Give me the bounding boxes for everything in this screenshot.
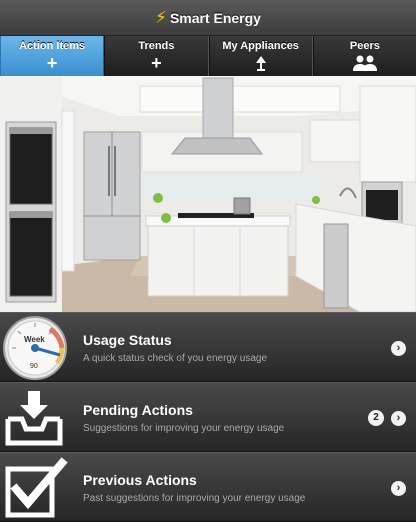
item-subtitle: Past suggestions for improving your ener… [83,493,306,504]
gauge-icon: Week 90 [2,315,68,381]
pending-actions-item[interactable]: Pending Actions Suggestions for improvin… [0,382,416,452]
lamp-icon [251,54,271,72]
tab-peers[interactable]: Peers [312,36,416,76]
tab-label: Trends [138,40,175,52]
item-title: Previous Actions [83,472,197,488]
usage-status-item[interactable]: Week 90 Usage Status A quick status chec… [0,312,416,382]
item-subtitle: A quick status check of you energy usage [83,353,267,364]
tab-label: My Appliances [222,40,299,52]
app-title: Smart Energy [169,9,261,26]
pending-count-badge: 2 [368,410,384,426]
checkbox-checked-icon [2,455,68,521]
plus-icon: + [46,53,58,73]
chevron-right-icon: › [391,411,406,426]
gauge-label: Week [24,335,45,344]
people-icon [352,54,378,72]
item-title: Pending Actions [83,402,193,418]
kitchen-photo [0,76,416,312]
app-header: ⚡ Smart Energy [0,0,416,36]
inbox-download-icon [2,385,68,451]
tab-my-appliances[interactable]: My Appliances [208,36,313,76]
tab-action-items[interactable]: Action Items + [0,36,105,76]
lightning-bolt-icon: ⚡ [155,8,167,27]
tab-bar: Action Items + Trends + My Appliances Pe… [0,36,416,76]
action-list: Week 90 Usage Status A quick status chec… [0,312,416,522]
item-title: Usage Status [83,332,172,348]
item-subtitle: Suggestions for improving your energy us… [83,423,285,434]
previous-actions-item[interactable]: Previous Actions Past suggestions for im… [0,452,416,522]
tab-trends[interactable]: Trends + [104,36,209,76]
chevron-right-icon: › [391,481,406,496]
tab-label: Action Items [19,40,86,52]
gauge-value: 90 [30,363,38,370]
tab-label: Peers [349,40,380,52]
chevron-right-icon: › [391,341,406,356]
plus-icon: + [151,53,162,73]
